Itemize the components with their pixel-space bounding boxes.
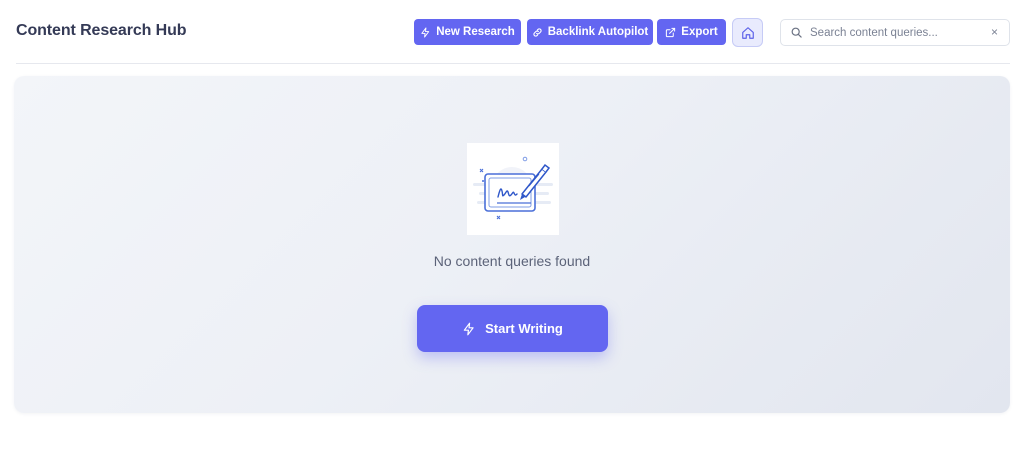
search-box[interactable]: ×: [780, 19, 1010, 46]
header-divider: [16, 63, 1010, 64]
export-label: Export: [681, 26, 718, 38]
backlink-autopilot-button[interactable]: Backlink Autopilot: [527, 19, 653, 45]
header: Content Research Hub New Research Backli…: [0, 0, 1024, 64]
start-writing-label: Start Writing: [485, 321, 563, 336]
new-research-label: New Research: [436, 26, 515, 38]
empty-state-message: No content queries found: [433, 253, 591, 269]
home-button[interactable]: [732, 18, 763, 47]
lightning-icon: [463, 322, 474, 335]
lightning-icon: [421, 26, 430, 38]
search-icon: [791, 27, 802, 38]
backlink-autopilot-label: Backlink Autopilot: [547, 26, 649, 38]
export-button[interactable]: Export: [657, 19, 726, 45]
search-input[interactable]: [810, 26, 980, 39]
link-icon: [533, 27, 542, 37]
page-title: Content Research Hub: [16, 22, 187, 39]
home-icon: [741, 26, 754, 39]
clear-search-button[interactable]: ×: [991, 25, 998, 39]
empty-state-panel: [14, 76, 1010, 413]
start-writing-button[interactable]: Start Writing: [417, 305, 608, 352]
signature-pen-icon: [467, 143, 559, 235]
new-research-button[interactable]: New Research: [414, 19, 521, 45]
external-link-icon: [666, 27, 676, 37]
